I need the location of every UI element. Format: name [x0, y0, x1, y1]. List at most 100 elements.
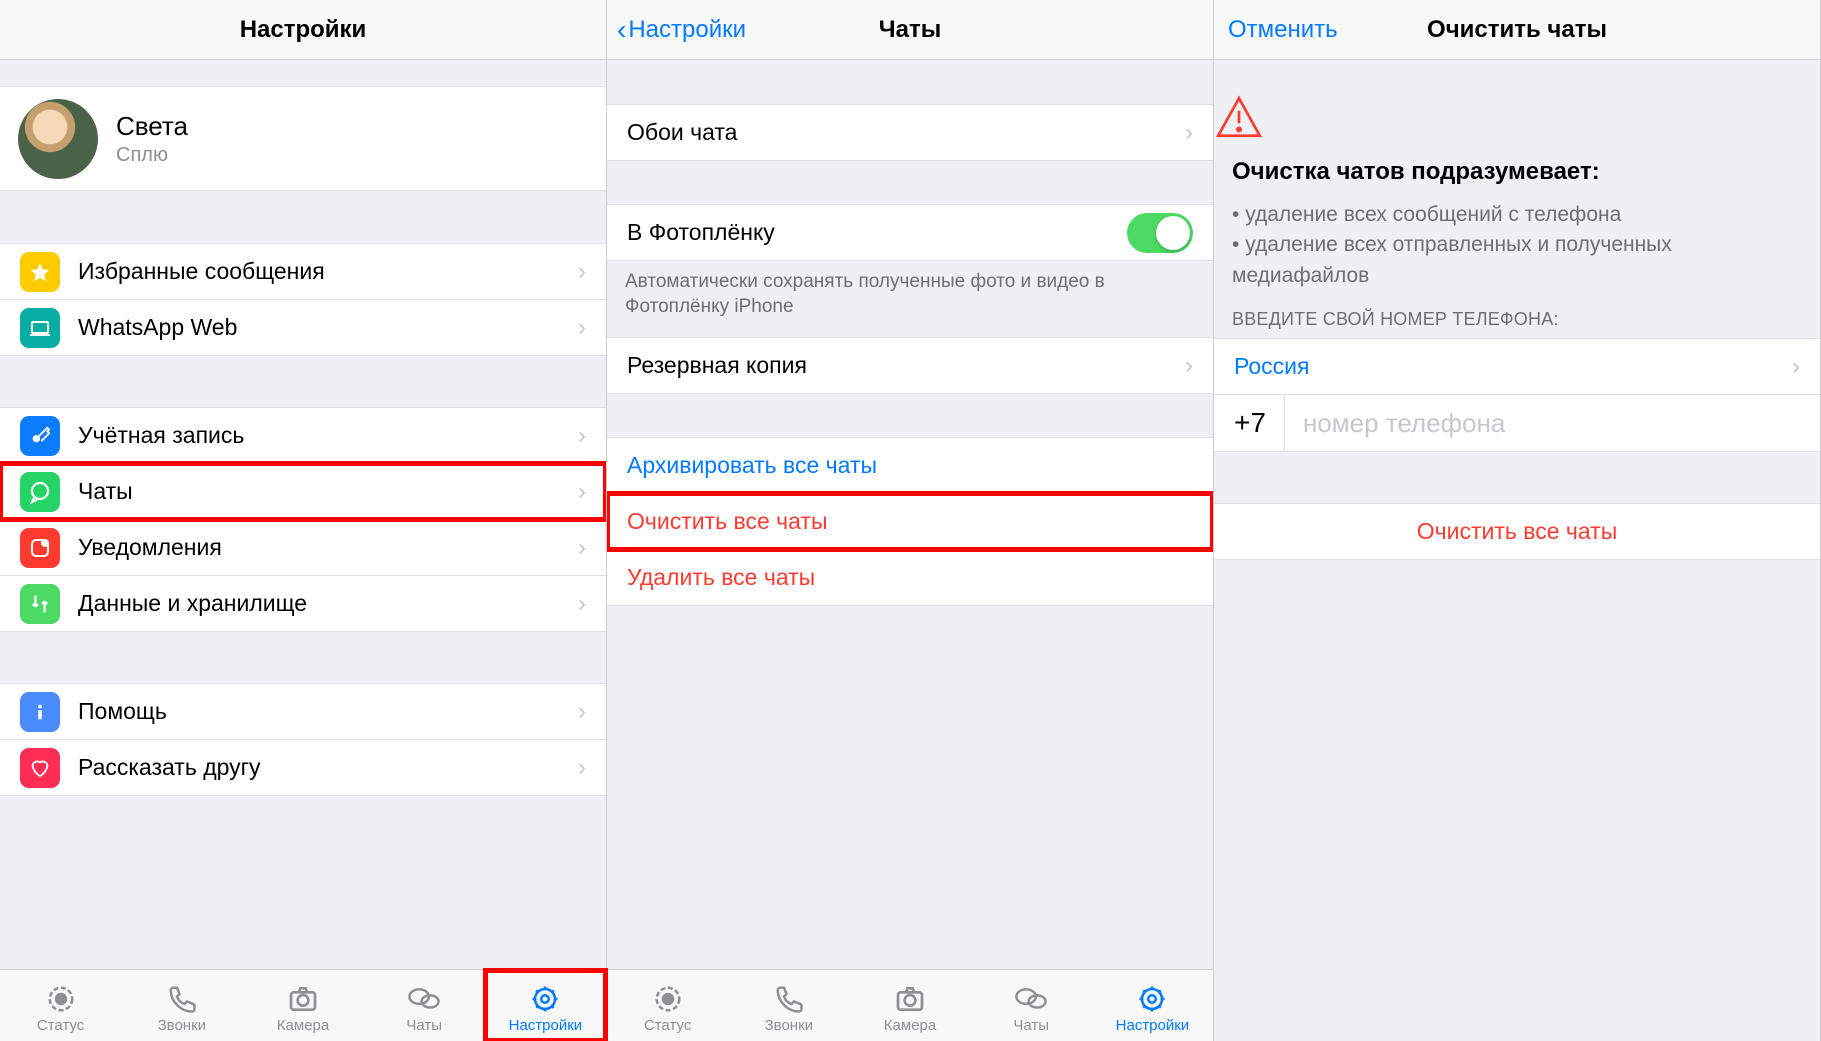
chat-backup-row[interactable]: Резервная копия › — [607, 337, 1213, 394]
phone-icon — [774, 983, 804, 1015]
content: Обои чата › В Фотоплёнку Автоматически с… — [607, 60, 1213, 1041]
tab-chats[interactable]: Чаты — [971, 970, 1092, 1041]
starred-messages-row[interactable]: Избранные сообщения › — [0, 243, 606, 300]
chevron-right-icon: › — [578, 698, 586, 726]
label: Помощь — [78, 698, 578, 725]
tell-friend-row[interactable]: Рассказать другу › — [0, 739, 606, 796]
chats-row[interactable]: Чаты › — [0, 463, 606, 520]
label: Учётная запись — [78, 422, 578, 449]
header: ‹ Настройки Чаты — [607, 0, 1213, 60]
bullet-list: удаление всех сообщений с телефона удале… — [1214, 200, 1820, 291]
clear-all-chats-button[interactable]: Очистить все чаты — [1214, 503, 1820, 560]
label: Избранные сообщения — [78, 258, 578, 285]
tab-camera[interactable]: Камера — [242, 970, 363, 1041]
label: Очистить все чаты — [1417, 518, 1618, 545]
header: Отменить Очистить чаты — [1214, 0, 1820, 60]
delete-all-chats-row[interactable]: Удалить все чаты — [607, 549, 1213, 606]
back-button[interactable]: ‹ Настройки — [617, 14, 746, 46]
tab-calls[interactable]: Звонки — [121, 970, 242, 1041]
section-header: ВВЕДИТЕ СВОЙ НОМЕР ТЕЛЕФОНА: — [1214, 291, 1820, 338]
clear-heading: Очистка чатов подразумевает: — [1214, 158, 1820, 200]
page-title: Чаты — [879, 16, 941, 44]
profile-row[interactable]: Света Сплю — [0, 86, 606, 191]
camera-icon — [287, 983, 319, 1015]
label: Данные и хранилище — [78, 590, 578, 617]
page-title: Очистить чаты — [1427, 16, 1607, 44]
tab-bar: Статус Звонки Камера Чаты Настройки — [607, 969, 1213, 1041]
bullet-item: удаление всех сообщений с телефона — [1232, 200, 1802, 230]
status-icon — [46, 983, 76, 1015]
help-row[interactable]: Помощь › — [0, 683, 606, 740]
label: Архивировать все чаты — [627, 452, 1193, 479]
whatsapp-icon — [20, 472, 60, 512]
warning-icon — [1214, 60, 1820, 158]
header: Настройки — [0, 0, 606, 60]
profile-status: Сплю — [116, 144, 188, 167]
phone-icon — [167, 983, 197, 1015]
chats-icon — [1014, 983, 1048, 1015]
label: Резервная копия — [627, 352, 1185, 379]
note-text: Автоматически сохранять полученные фото … — [607, 260, 1213, 323]
chevron-right-icon: › — [578, 590, 586, 618]
tab-camera[interactable]: Камера — [849, 970, 970, 1041]
heart-icon — [20, 748, 60, 788]
archive-all-chats-row[interactable]: Архивировать все чаты — [607, 437, 1213, 494]
laptop-icon — [20, 308, 60, 348]
label: WhatsApp Web — [78, 314, 578, 341]
tab-status[interactable]: Статус — [0, 970, 121, 1041]
content: Света Сплю Избранные сообщения › WhatsAp… — [0, 60, 606, 1041]
tab-bar: Статус Звонки Камера Чаты Настройки — [0, 969, 606, 1041]
camera-icon — [894, 983, 926, 1015]
chevron-right-icon: › — [578, 258, 586, 286]
chevron-right-icon: › — [578, 534, 586, 562]
chevron-right-icon: › — [578, 754, 586, 782]
save-camera-roll-row[interactable]: В Фотоплёнку — [607, 204, 1213, 261]
label: Рассказать другу — [78, 754, 578, 781]
label: Чаты — [78, 478, 578, 505]
label: Обои чата — [627, 119, 1185, 146]
chats-icon — [407, 983, 441, 1015]
label: Очистить все чаты — [627, 508, 1193, 535]
status-icon — [653, 983, 683, 1015]
label: Уведомления — [78, 534, 578, 561]
tab-settings[interactable]: Настройки — [485, 970, 606, 1041]
notification-icon — [20, 528, 60, 568]
tab-calls[interactable]: Звонки — [728, 970, 849, 1041]
account-row[interactable]: Учётная запись › — [0, 407, 606, 464]
content: Очистка чатов подразумевает: удаление вс… — [1214, 60, 1820, 1041]
cancel-button[interactable]: Отменить — [1228, 16, 1338, 44]
chevron-right-icon: › — [578, 314, 586, 342]
chat-wallpaper-row[interactable]: Обои чата › — [607, 104, 1213, 161]
country-row[interactable]: Россия › — [1214, 338, 1820, 395]
gear-icon — [1137, 983, 1167, 1015]
whatsapp-web-row[interactable]: WhatsApp Web › — [0, 299, 606, 356]
star-icon — [20, 252, 60, 292]
key-icon — [20, 416, 60, 456]
chats-settings-screen: ‹ Настройки Чаты Обои чата › В Фотоплёнк… — [607, 0, 1214, 1041]
tab-settings[interactable]: Настройки — [1092, 970, 1213, 1041]
phone-input-row: +7 — [1214, 394, 1820, 452]
profile-name: Света — [116, 111, 188, 142]
switch-on[interactable] — [1127, 213, 1193, 253]
chevron-left-icon: ‹ — [617, 14, 626, 46]
tab-chats[interactable]: Чаты — [364, 970, 485, 1041]
tab-status[interactable]: Статус — [607, 970, 728, 1041]
bullet-item: удаление всех отправленных и полученных … — [1232, 230, 1802, 291]
data-icon — [20, 584, 60, 624]
chevron-right-icon: › — [1185, 352, 1193, 380]
phone-number-input[interactable] — [1285, 395, 1800, 451]
label: В Фотоплёнку — [627, 219, 1127, 246]
gear-icon — [530, 983, 560, 1015]
chevron-right-icon: › — [578, 478, 586, 506]
data-storage-row[interactable]: Данные и хранилище › — [0, 575, 606, 632]
label: Удалить все чаты — [627, 564, 1193, 591]
clear-all-chats-row[interactable]: Очистить все чаты — [607, 493, 1213, 550]
clear-chats-screen: Отменить Очистить чаты Очистка чатов под… — [1214, 0, 1821, 1041]
chevron-right-icon: › — [1792, 353, 1800, 381]
settings-screen: Настройки Света Сплю Избранные сообщения… — [0, 0, 607, 1041]
country-code: +7 — [1234, 395, 1285, 451]
notifications-row[interactable]: Уведомления › — [0, 519, 606, 576]
avatar — [18, 99, 98, 179]
page-title: Настройки — [240, 16, 367, 44]
country-label: Россия — [1234, 353, 1792, 380]
